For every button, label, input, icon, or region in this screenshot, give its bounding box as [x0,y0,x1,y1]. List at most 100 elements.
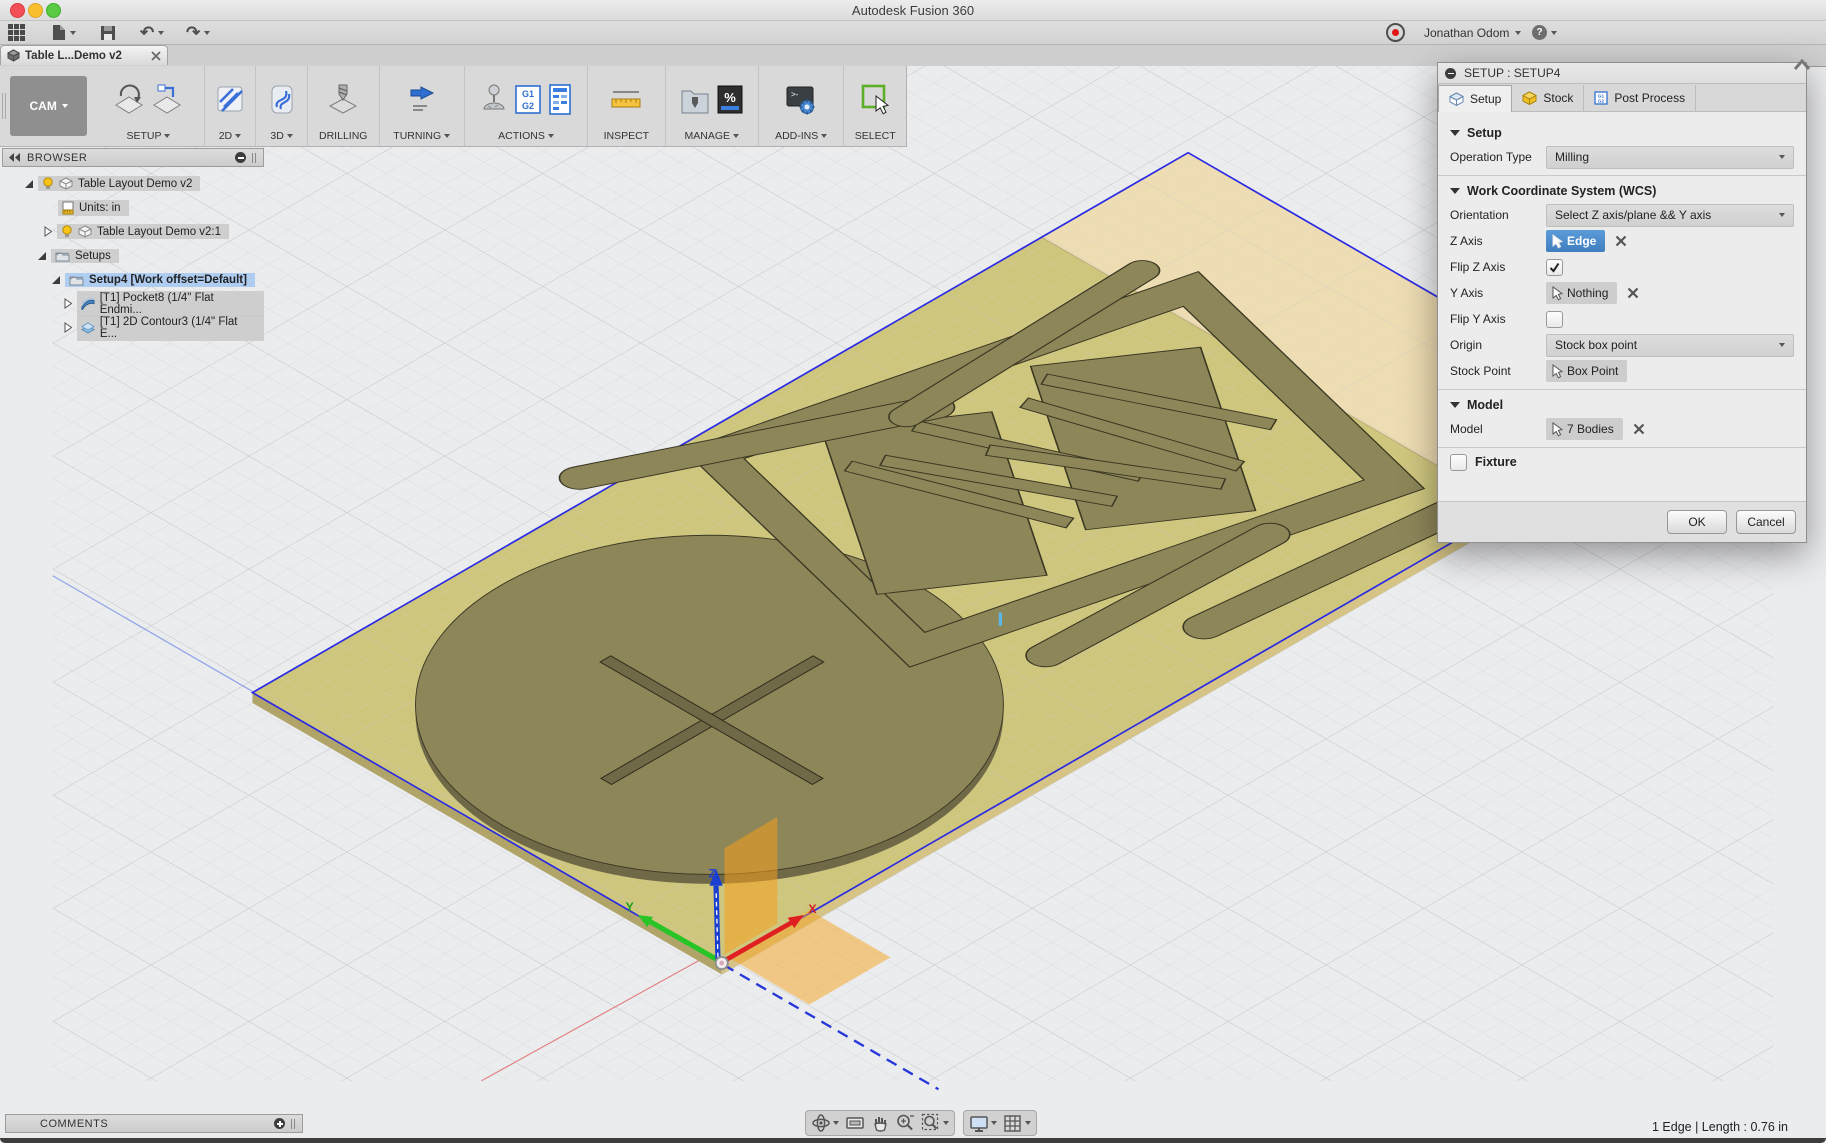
ok-button[interactable]: OK [1667,510,1727,534]
ribbon-group-drilling[interactable]: DRILLING [308,66,380,146]
user-name: Jonathan Odom [1424,25,1510,40]
file-menu-button[interactable] [52,24,76,41]
collapse-dialog-icon[interactable] [1445,67,1456,79]
fixture-label: Fixture [1475,455,1517,469]
feed-speed-icon[interactable]: % [715,82,745,118]
close-tab-icon[interactable] [151,50,161,61]
field-label: Origin [1450,338,1483,352]
tab-setup[interactable]: Setup [1438,85,1513,112]
tool-library-icon[interactable] [679,82,711,118]
tree-row-component-instance[interactable]: Table Layout Demo v2:1 [42,222,230,241]
ribbon-group-actions[interactable]: G1 G2 ACTIONS [465,66,589,146]
ribbon-group-inspect[interactable]: INSPECT [588,66,666,146]
orbit-button[interactable] [811,1113,839,1133]
clear-y-axis-icon[interactable] [1627,287,1639,299]
post-process-icon[interactable]: G1 G2 [513,82,543,118]
expanded-icon[interactable] [36,250,47,261]
flip-y-checkbox[interactable] [1546,310,1563,328]
clear-model-icon[interactable] [1633,423,1645,435]
undo-button[interactable]: ↶ [140,24,165,41]
browser-header[interactable]: BROWSER [2,148,264,167]
collapsed-icon[interactable] [62,298,73,309]
turning-icon[interactable] [405,82,439,118]
comments-header[interactable]: COMMENTS [5,1114,303,1133]
visibility-bulb-icon[interactable] [61,225,73,238]
drilling-icon[interactable] [326,82,360,118]
tree-row-pocket8[interactable]: [T1] Pocket8 (1/4" Flat Endmi... [62,290,264,317]
tab-stock[interactable]: Stock [1512,85,1585,111]
record-button[interactable] [1386,23,1405,42]
chip-value: Nothing [1567,286,1609,300]
tree-row-2dcontour3[interactable]: [T1] 2D Contour3 (1/4" Flat E... [62,314,264,341]
tree-row-setups[interactable]: Setups [36,246,119,265]
collapse-panel-icon[interactable] [9,153,21,162]
visibility-bulb-icon[interactable] [42,177,54,190]
ribbon-group-addins[interactable]: >- ADD-INS [759,66,845,146]
grid-layout-button[interactable] [1003,1114,1031,1133]
new-setup-icon[interactable] [112,82,146,118]
section-model[interactable]: Model [1450,398,1794,412]
field-label: Stock Point [1450,364,1511,378]
orientation-select[interactable]: Select Z axis/plane && Y axis [1546,203,1794,227]
add-comment-icon[interactable] [274,1118,285,1129]
ribbon-grip[interactable] [0,66,8,146]
field-label: Operation Type [1450,150,1532,164]
new-folder-setup-icon[interactable] [150,82,184,118]
z-axis-selection-chip[interactable]: Edge [1546,230,1606,252]
checkmark-icon [1549,262,1560,273]
redo-button[interactable]: ↷ [186,24,211,41]
chip-value: Edge [1567,234,1597,248]
origin-select[interactable]: Stock box point [1546,333,1794,357]
ribbon-group-turning[interactable]: TURNING [380,66,465,146]
panel-grip[interactable] [251,152,257,163]
flip-z-checkbox[interactable] [1546,258,1563,276]
tree-row-units[interactable]: Units: in [58,198,129,217]
expanded-icon[interactable] [23,178,34,189]
ribbon-group-setup[interactable]: SETUP [93,66,205,146]
save-button[interactable] [100,24,116,41]
user-menu[interactable]: Jonathan Odom [1424,24,1522,41]
select-icon[interactable] [858,82,892,118]
2d-milling-icon[interactable] [213,82,247,118]
ribbon-group-3d[interactable]: 3D [256,66,308,146]
fixture-checkbox[interactable] [1450,453,1467,471]
workspace-switcher[interactable]: CAM [9,76,88,136]
display-settings-button[interactable] [969,1114,997,1133]
tree-row-root-component[interactable]: Table Layout Demo v2 [23,174,201,193]
tree-row-setup4[interactable]: Setup4 [Work offset=Default] [50,270,255,289]
look-at-button[interactable] [845,1114,865,1132]
collapse-all-icon[interactable] [235,152,246,163]
simulate-icon[interactable] [479,82,509,118]
section-wcs[interactable]: Work Coordinate System (WCS) [1450,184,1794,198]
zoom-window-button[interactable] [921,1113,949,1133]
zoom-button[interactable] [895,1113,915,1133]
setup-dialog-header[interactable]: SETUP : SETUP4 [1438,63,1806,84]
clear-z-axis-icon[interactable] [1615,235,1627,247]
ribbon-group-select[interactable]: SELECT [844,66,906,146]
panel-grip[interactable] [290,1118,296,1129]
model-selection-chip[interactable]: 7 Bodies [1546,418,1623,440]
help-menu[interactable]: ? [1532,24,1557,41]
app-grid-icon[interactable] [8,24,25,41]
setup-folder-icon [69,276,84,285]
cancel-button[interactable]: Cancel [1736,510,1796,534]
stock-point-chip[interactable]: Box Point [1546,360,1628,382]
select-value: Stock box point [1555,338,1638,352]
selected-edge-highlight[interactable] [998,612,1003,626]
document-tab[interactable]: Table L...Demo v2 [0,45,168,65]
ribbon-group-2d[interactable]: 2D [205,66,257,146]
measure-icon[interactable] [609,82,643,118]
y-axis-selection-chip[interactable]: Nothing [1546,282,1618,304]
section-setup[interactable]: Setup [1450,126,1794,140]
operation-type-select[interactable]: Milling [1546,145,1794,169]
collapsed-icon[interactable] [62,322,73,333]
pan-button[interactable] [871,1114,889,1133]
addins-icon[interactable]: >- [784,82,818,118]
3d-milling-icon[interactable] [265,82,299,118]
setup-sheet-icon[interactable] [547,82,573,118]
ribbon-group-manage[interactable]: % MANAGE [666,66,759,146]
tab-post-process[interactable]: G1 G2 Post Process [1584,85,1697,111]
expanded-icon[interactable] [50,274,61,285]
chevron-up-icon[interactable] [1793,58,1811,72]
collapsed-icon[interactable] [42,226,53,237]
